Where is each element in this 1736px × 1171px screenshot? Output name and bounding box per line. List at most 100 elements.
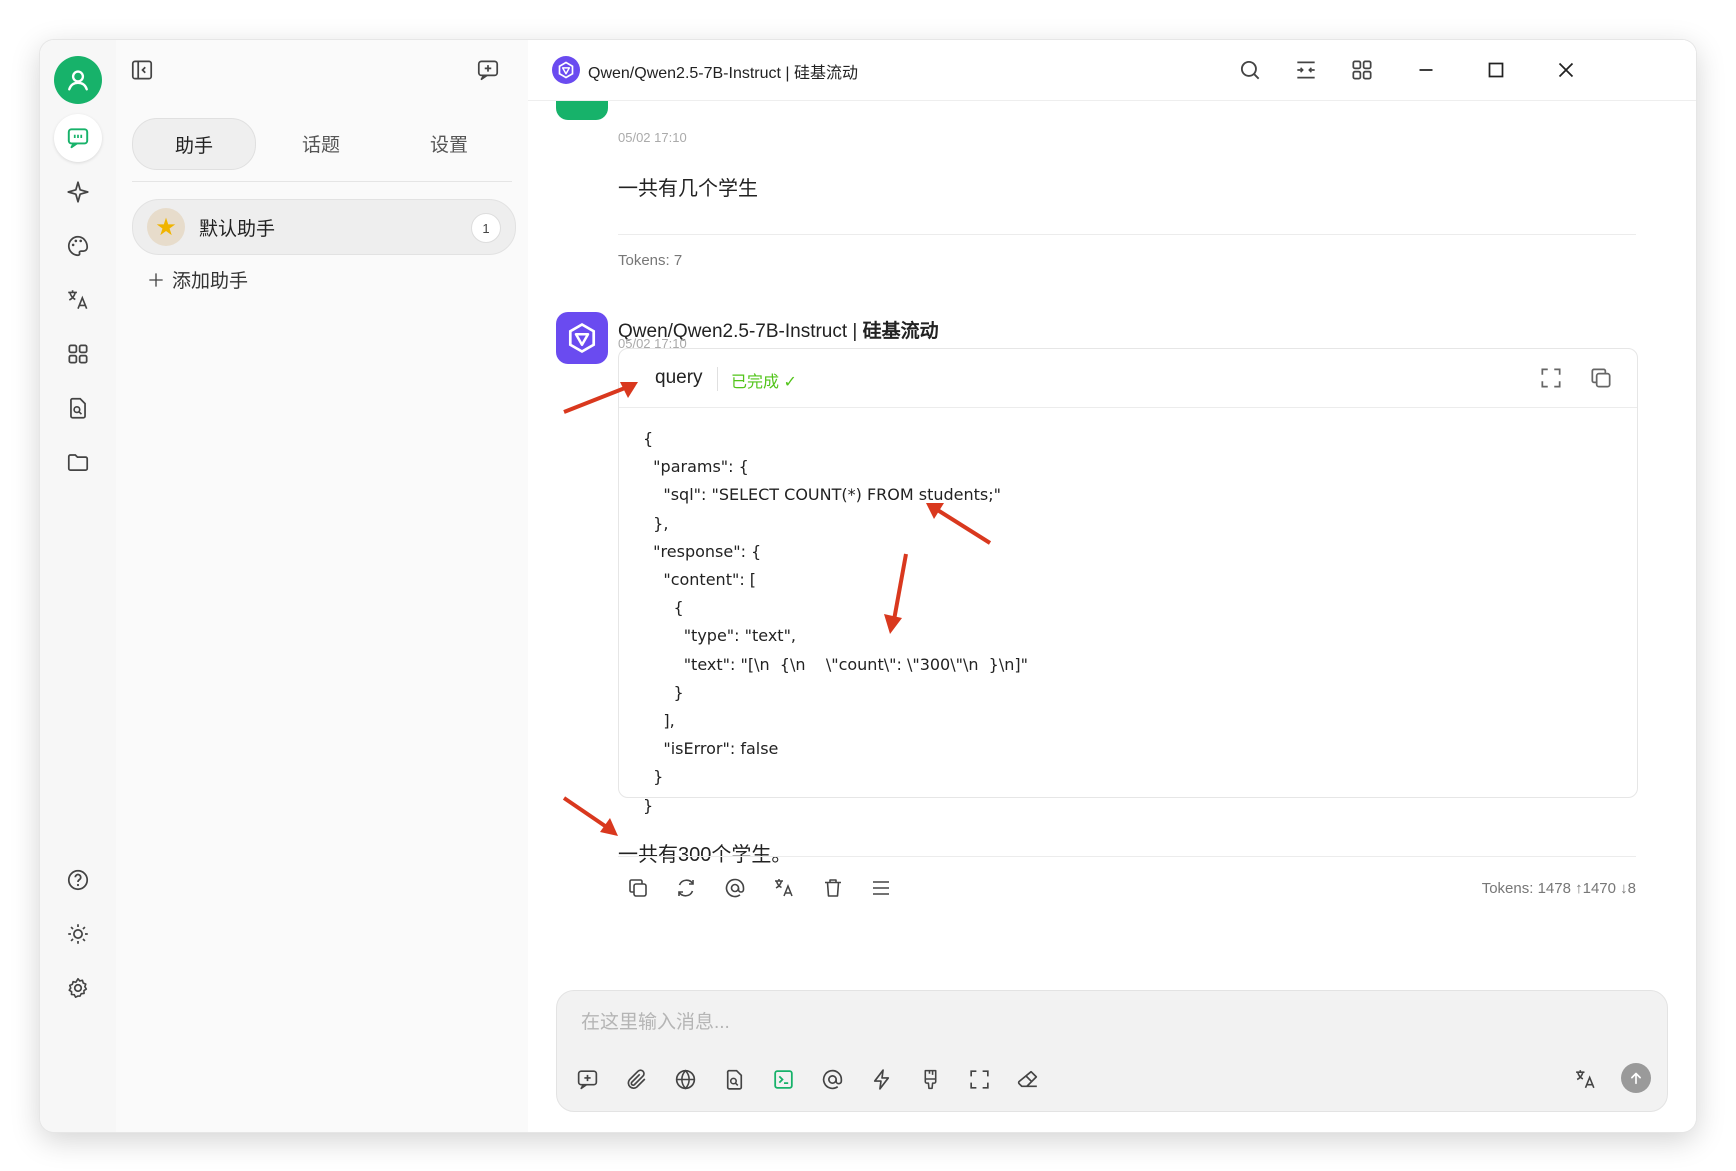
tab-assistants[interactable]: 助手 xyxy=(132,118,256,170)
search-icon xyxy=(1240,60,1260,80)
translate-icon xyxy=(775,879,793,897)
left-rail xyxy=(40,40,117,1132)
search-button[interactable] xyxy=(1232,52,1268,88)
assistant-item[interactable]: ★ 默认助手 1 xyxy=(132,199,516,255)
user-message-text: 一共有几个学生 xyxy=(618,178,758,200)
add-assistant-button[interactable]: 添加助手 xyxy=(146,266,248,293)
mention-model-button[interactable] xyxy=(715,868,755,908)
new-topic-button[interactable] xyxy=(569,1061,605,1097)
attach-button[interactable] xyxy=(618,1061,654,1097)
at-icon xyxy=(822,1069,842,1089)
eraser-icon xyxy=(1017,1070,1037,1087)
grid-icon xyxy=(68,344,88,364)
copy-icon xyxy=(1591,368,1611,388)
maximize-icon xyxy=(1488,62,1504,78)
translate-message-button[interactable] xyxy=(764,868,804,908)
tool-call-header[interactable]: query 已完成 ✓ xyxy=(619,349,1637,408)
brush-icon xyxy=(924,1069,936,1089)
fullscreen-icon xyxy=(1541,368,1561,388)
help-nav-button[interactable] xyxy=(54,856,102,904)
knowledge-base-button[interactable] xyxy=(716,1061,752,1097)
qwen-logo-icon xyxy=(568,322,596,354)
folder-icon xyxy=(67,454,89,471)
mcp-server-button[interactable] xyxy=(765,1061,801,1097)
palette-icon xyxy=(67,235,89,257)
translate-nav-button[interactable] xyxy=(54,276,102,324)
mention-model-button[interactable] xyxy=(814,1061,850,1097)
annotation-arrow-tool-name xyxy=(563,382,638,414)
web-search-button[interactable] xyxy=(667,1061,703,1097)
more-menu-button[interactable] xyxy=(861,868,901,908)
file-search-icon xyxy=(70,397,86,419)
clear-context-button[interactable] xyxy=(1010,1061,1046,1097)
sidebar-collapse-icon xyxy=(131,60,153,80)
qwen-logo-mark xyxy=(558,61,574,79)
model-avatar xyxy=(556,312,608,364)
tool-status: 已完成 ✓ xyxy=(731,374,797,391)
sun-icon xyxy=(68,924,88,944)
annotation-arrow-answer xyxy=(562,796,618,836)
chat-icon xyxy=(67,128,89,149)
annotation-arrow-sql xyxy=(926,503,992,545)
theme-nav-button[interactable] xyxy=(54,910,102,958)
model-provider: 硅基流动 xyxy=(862,321,939,342)
assistant-panel: 助手 话题 设置 ★ 默认助手 1 添加助手 xyxy=(116,40,529,1132)
user-avatar[interactable] xyxy=(54,56,102,104)
chat-nav-button[interactable] xyxy=(54,114,102,162)
regenerate-button[interactable] xyxy=(666,868,706,908)
assistant-name: 默认助手 xyxy=(199,219,276,240)
grid-icon xyxy=(1352,60,1372,80)
narrow-mode-button[interactable] xyxy=(1288,52,1324,88)
terminal-icon xyxy=(773,1069,793,1089)
agents-nav-button[interactable] xyxy=(54,168,102,216)
globe-icon xyxy=(675,1069,695,1089)
answer-divider xyxy=(618,856,1636,857)
delete-message-button[interactable] xyxy=(813,868,853,908)
chat-header: Qwen/Qwen2.5-7B-Instruct | 硅基流动 xyxy=(528,40,1696,101)
tab-topics[interactable]: 话题 xyxy=(260,118,382,168)
knowledge-nav-button[interactable] xyxy=(54,384,102,432)
paint-nav-button[interactable] xyxy=(54,222,102,270)
settings-nav-button[interactable] xyxy=(54,964,102,1012)
quick-phrases-button[interactable] xyxy=(863,1061,899,1097)
maximize-button[interactable] xyxy=(1478,52,1514,88)
plus-icon xyxy=(149,272,163,287)
translate-icon xyxy=(68,290,88,309)
copy-message-button[interactable] xyxy=(618,868,658,908)
qwen-logo-icon[interactable] xyxy=(552,56,580,84)
paperclip-icon xyxy=(627,1068,645,1089)
fullscreen-icon xyxy=(969,1069,989,1089)
image-generation-button[interactable] xyxy=(912,1061,948,1097)
apps-nav-button[interactable] xyxy=(54,330,102,378)
gear-icon xyxy=(68,977,88,999)
tab-settings[interactable]: 设置 xyxy=(388,118,510,168)
tool-header-divider xyxy=(717,367,718,391)
translate-input-button[interactable] xyxy=(1567,1061,1603,1097)
new-topic-button[interactable] xyxy=(470,52,506,88)
menu-icon xyxy=(873,881,889,895)
toggle-sidebar-button[interactable] xyxy=(124,52,160,88)
minimize-button[interactable] xyxy=(1408,52,1444,88)
expand-input-button[interactable] xyxy=(961,1061,997,1097)
message-list[interactable]: 05/02 17:10 一共有几个学生 Tokens: 7 Qwen/Qwen2… xyxy=(528,100,1696,980)
layout-button[interactable] xyxy=(1344,52,1380,88)
user-message-tokens: Tokens: 7 xyxy=(618,252,683,269)
send-button[interactable] xyxy=(1621,1063,1651,1093)
model-answer-text: 一共有300个学生。 xyxy=(618,844,792,866)
close-icon xyxy=(1558,62,1574,78)
new-chat-icon xyxy=(577,1069,597,1089)
user-message-avatar xyxy=(556,100,608,120)
tool-name: query xyxy=(655,367,703,388)
copy-tool-button[interactable] xyxy=(1583,360,1619,396)
lightning-icon xyxy=(873,1068,889,1090)
panel-tabs: 助手 话题 设置 xyxy=(132,118,512,170)
trash-icon xyxy=(825,879,841,897)
translate-icon xyxy=(1575,1069,1595,1088)
copy-icon xyxy=(629,879,647,897)
chat-main: Qwen/Qwen2.5-7B-Instruct | 硅基流动 05/02 17… xyxy=(528,40,1696,1132)
files-nav-button[interactable] xyxy=(54,438,102,486)
expand-tool-button[interactable] xyxy=(1533,360,1569,396)
message-input[interactable] xyxy=(579,1007,1483,1039)
close-button[interactable] xyxy=(1548,52,1584,88)
model-selector-label[interactable]: Qwen/Qwen2.5-7B-Instruct | 硅基流动 xyxy=(588,59,858,83)
